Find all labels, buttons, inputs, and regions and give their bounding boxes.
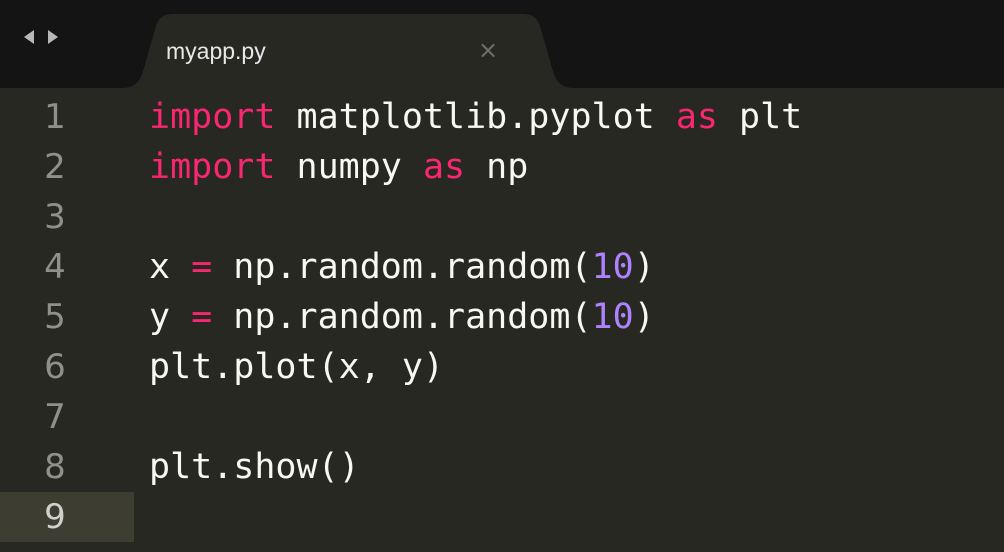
- line-number: 1: [44, 97, 66, 137]
- code-line[interactable]: 2 import numpy as np: [0, 142, 1004, 192]
- code-text: plt.show(): [149, 442, 360, 492]
- code-line[interactable]: 3: [0, 192, 1004, 242]
- code-line[interactable]: 1 import matplotlib.pyplot as plt: [0, 92, 1004, 142]
- line-number: 4: [44, 247, 66, 287]
- line-number: 9: [44, 497, 66, 537]
- close-icon[interactable]: ×: [478, 35, 498, 65]
- triangle-left-icon[interactable]: [24, 30, 34, 44]
- keyword-token: as: [422, 147, 466, 187]
- keyword-token: =: [191, 247, 213, 287]
- code-token: plt.plot(x, y): [149, 347, 445, 387]
- line-number: 2: [44, 147, 66, 187]
- code-token: matplotlib.pyplot: [275, 97, 676, 137]
- number-token: 10: [591, 297, 634, 337]
- triangle-right-icon[interactable]: [48, 30, 58, 44]
- line-number: 7: [44, 397, 66, 437]
- number-token: 10: [591, 247, 634, 287]
- code-line[interactable]: 9: [0, 492, 1004, 542]
- code-editor[interactable]: 1 import matplotlib.pyplot as plt 2 import …: [0, 88, 1004, 552]
- code-token: np.random.random(: [212, 247, 592, 287]
- code-line[interactable]: 8 plt.show(): [0, 442, 1004, 492]
- line-number: 8: [44, 447, 66, 487]
- tab-myapp[interactable]: myapp.py ×: [120, 12, 576, 88]
- code-token: plt.show(): [149, 447, 360, 487]
- tab-navigation: [24, 22, 58, 52]
- line-number: 6: [44, 347, 66, 387]
- code-token: y: [149, 297, 192, 337]
- keyword-token: import: [149, 147, 276, 187]
- code-line[interactable]: 4 x = np.random.random(10): [0, 242, 1004, 292]
- code-text: import matplotlib.pyplot as plt: [149, 92, 802, 142]
- code-line[interactable]: 6 plt.plot(x, y): [0, 342, 1004, 392]
- keyword-token: =: [191, 297, 213, 337]
- code-text: x = np.random.random(10): [149, 242, 655, 292]
- keyword-token: import: [149, 97, 276, 137]
- code-token: ): [633, 297, 655, 337]
- code-token: numpy: [275, 147, 423, 187]
- tab-bar: myapp.py ×: [0, 0, 1004, 88]
- code-token: np.random.random(: [212, 297, 592, 337]
- code-text: plt.plot(x, y): [149, 342, 444, 392]
- code-token: x: [149, 247, 192, 287]
- code-token: ): [633, 247, 655, 287]
- code-text: import numpy as np: [149, 142, 528, 192]
- line-number: 5: [44, 297, 66, 337]
- keyword-token: as: [675, 97, 718, 137]
- code-line[interactable]: 7: [0, 392, 1004, 442]
- code-text: y = np.random.random(10): [149, 292, 655, 342]
- code-line[interactable]: 5 y = np.random.random(10): [0, 292, 1004, 342]
- code-token: plt: [717, 97, 803, 137]
- line-number: 3: [44, 197, 66, 237]
- code-token: np: [465, 147, 529, 187]
- tab-title: myapp.py: [166, 38, 266, 64]
